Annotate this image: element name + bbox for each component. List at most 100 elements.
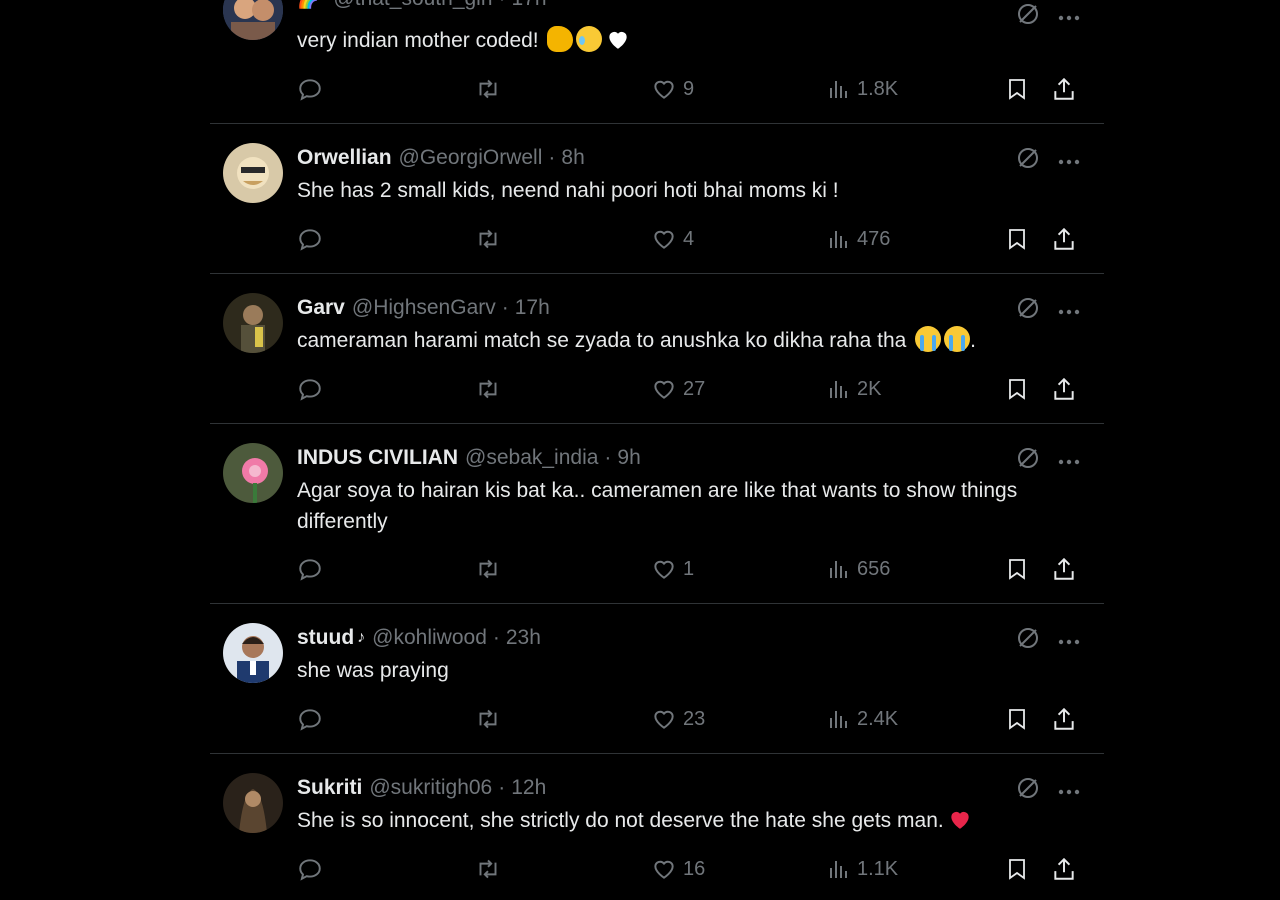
like-button[interactable]: 4 — [651, 224, 694, 254]
separator-dot: · — [501, 296, 509, 319]
tweet[interactable]: Orwellian @GeorgiOrwell · 8h She has 2 s… — [210, 124, 1104, 274]
username[interactable]: @sebak_india — [465, 446, 598, 470]
views-button[interactable]: 1.1K — [827, 854, 898, 884]
like-button[interactable]: 23 — [651, 704, 705, 734]
grok-icon[interactable] — [1016, 776, 1040, 805]
retweet-button[interactable] — [473, 224, 509, 254]
tweet-top-icons — [1016, 776, 1080, 805]
separator-dot: · — [498, 776, 506, 799]
avatar[interactable] — [223, 443, 283, 503]
tweet[interactable]: INDUS CIVILIAN @sebak_india · 9h Agar so… — [210, 424, 1104, 604]
avatar[interactable] — [223, 623, 283, 683]
timestamp[interactable]: 17h — [512, 0, 547, 11]
more-icon[interactable] — [1058, 302, 1080, 320]
display-name[interactable]: Sukriti — [297, 776, 362, 800]
share-button[interactable] — [1051, 554, 1077, 584]
like-count: 9 — [683, 77, 695, 100]
timestamp[interactable]: 23h — [506, 626, 541, 650]
like-button[interactable]: 1 — [651, 554, 694, 584]
timestamp[interactable]: 17h — [515, 296, 550, 320]
display-name[interactable]: Orwellian — [297, 146, 392, 170]
tweet[interactable]: stuud ♪ @kohliwood · 23h she was praying… — [210, 604, 1104, 754]
retweet-button[interactable] — [473, 74, 509, 104]
more-icon[interactable] — [1058, 8, 1080, 26]
timestamp[interactable]: 12h — [511, 776, 546, 800]
grok-icon[interactable] — [1016, 446, 1040, 475]
bookmark-button[interactable] — [1005, 74, 1029, 104]
timestamp[interactable]: 9h — [617, 446, 640, 470]
username[interactable]: @sukritigh06 — [369, 776, 492, 800]
reply-button[interactable] — [297, 704, 329, 734]
name-badge: ♪ — [357, 629, 366, 646]
share-button[interactable] — [1051, 224, 1077, 254]
share-button[interactable] — [1051, 74, 1077, 104]
reply-button[interactable] — [297, 854, 329, 884]
view-count: 2.4K — [857, 707, 899, 730]
tweet-header: Sukriti @sukritigh06 · 12h — [297, 775, 546, 801]
share-button[interactable] — [1051, 374, 1077, 404]
bookmark-icon — [1009, 229, 1025, 250]
reply-button[interactable] — [297, 74, 329, 104]
like-button[interactable]: 16 — [651, 854, 705, 884]
tweet-text: Agar soya to hairan kis bat ka.. cameram… — [297, 479, 1018, 533]
share-button[interactable] — [1051, 704, 1077, 734]
share-icon — [1054, 377, 1074, 400]
retweet-button[interactable] — [473, 554, 509, 584]
more-icon[interactable] — [1058, 632, 1080, 650]
reply-button[interactable] — [297, 374, 329, 404]
avatar[interactable] — [223, 143, 283, 203]
views-button[interactable]: 656 — [827, 554, 890, 584]
retweet-icon — [479, 79, 497, 99]
grok-icon[interactable] — [1016, 626, 1040, 655]
like-button[interactable]: 9 — [651, 74, 694, 104]
tweet[interactable]: Garv @HighsenGarv · 17h cameraman harami… — [210, 274, 1104, 424]
display-name[interactable]: Garv — [297, 296, 345, 320]
like-button[interactable]: 27 — [651, 374, 705, 404]
reply-button[interactable] — [297, 224, 329, 254]
views-button[interactable]: 476 — [827, 224, 890, 254]
tweet-top-icons — [1016, 296, 1080, 325]
pointing-hand-emoji — [547, 26, 574, 52]
retweet-icon — [479, 859, 497, 879]
tweet-header: 🌈 @that_south_girl · 17h — [297, 0, 547, 12]
tweet-actions: 27 2K — [297, 374, 1077, 404]
username[interactable]: @GeorgiOrwell — [399, 146, 543, 170]
bookmark-button[interactable] — [1005, 854, 1029, 884]
separator-dot: · — [604, 446, 612, 469]
timeline-feed: 🌈 @that_south_girl · 17h very indian mot… — [210, 0, 1104, 900]
reply-button[interactable] — [297, 554, 329, 584]
avatar[interactable] — [223, 0, 283, 40]
views-button[interactable]: 2.4K — [827, 704, 898, 734]
username[interactable]: @that_south_girl — [333, 0, 492, 11]
timestamp[interactable]: 8h — [561, 146, 584, 170]
avatar[interactable] — [223, 773, 283, 833]
retweet-button[interactable] — [473, 374, 509, 404]
display-name[interactable]: stuud — [297, 626, 354, 650]
display-name[interactable]: INDUS CIVILIAN — [297, 446, 458, 470]
username[interactable]: @HighsenGarv — [352, 296, 496, 320]
tweet[interactable]: 🌈 @that_south_girl · 17h very indian mot… — [210, 0, 1104, 124]
more-icon[interactable] — [1058, 782, 1080, 800]
views-icon — [830, 381, 847, 398]
bookmark-button[interactable] — [1005, 554, 1029, 584]
like-count: 1 — [683, 557, 695, 580]
tweet-suffix: . — [970, 329, 977, 352]
bookmark-button[interactable] — [1005, 704, 1029, 734]
retweet-icon — [479, 559, 497, 579]
tweet[interactable]: Sukriti @sukritigh06 · 12h She is so inn… — [210, 754, 1104, 900]
grok-icon[interactable] — [1016, 146, 1040, 175]
views-button[interactable]: 1.8K — [827, 74, 898, 104]
separator-dot: · — [499, 0, 506, 11]
retweet-button[interactable] — [473, 854, 509, 884]
like-count: 27 — [683, 377, 706, 400]
bookmark-button[interactable] — [1005, 224, 1029, 254]
share-button[interactable] — [1051, 854, 1077, 884]
bookmark-button[interactable] — [1005, 374, 1029, 404]
more-icon[interactable] — [1058, 152, 1080, 170]
avatar[interactable] — [223, 293, 283, 353]
retweet-button[interactable] — [473, 704, 509, 734]
views-button[interactable]: 2K — [827, 374, 881, 404]
username[interactable]: @kohliwood — [372, 626, 487, 650]
grok-icon[interactable] — [1016, 296, 1040, 325]
more-icon[interactable] — [1058, 452, 1080, 470]
